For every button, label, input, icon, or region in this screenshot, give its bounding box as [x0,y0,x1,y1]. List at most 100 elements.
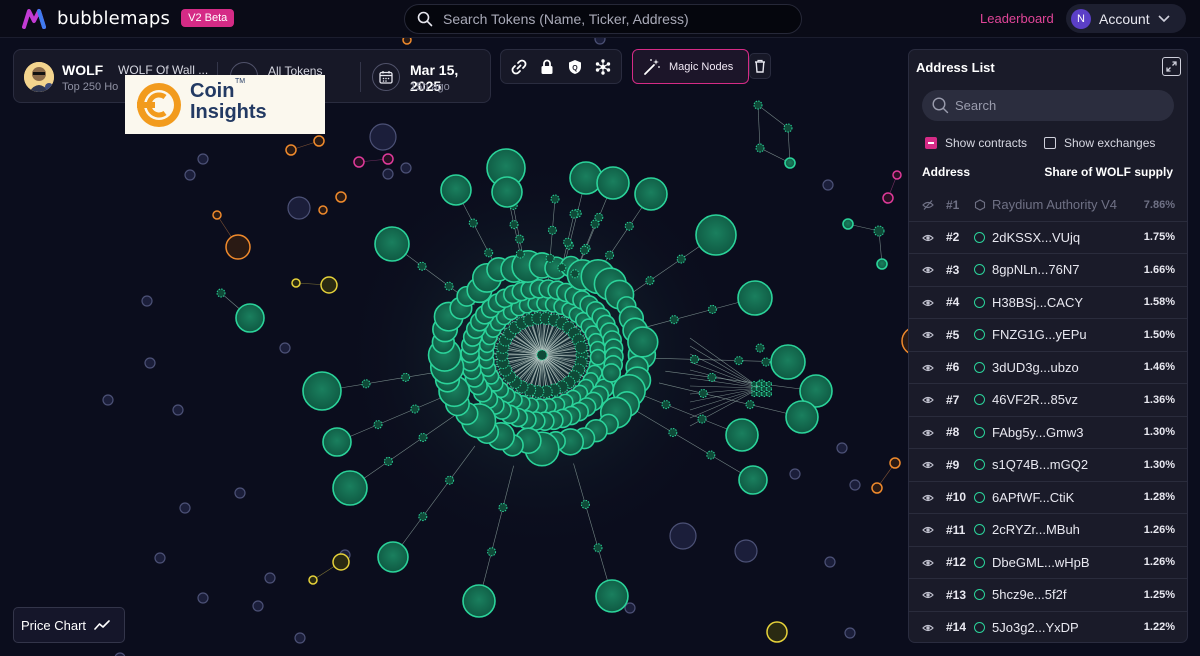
graph-bubble[interactable] [595,579,629,613]
link-button[interactable] [508,56,530,78]
address-row[interactable]: #5 FNZG1G...yEPu 1.50% [909,319,1187,352]
graph-bubble[interactable] [197,592,209,604]
graph-bubble[interactable] [690,354,700,364]
address-search[interactable] [922,90,1174,121]
eye-icon[interactable] [922,394,934,406]
graph-bubble[interactable] [418,432,428,442]
graph-bubble[interactable] [745,400,755,410]
network-button[interactable] [592,56,614,78]
graph-bubble[interactable] [594,38,606,45]
graph-bubble[interactable] [570,269,580,279]
graph-bubble[interactable] [353,156,365,168]
graph-bubble[interactable] [335,191,347,203]
graph-bubble[interactable] [753,100,763,110]
graph-bubble[interactable] [216,288,226,298]
graph-bubble[interactable] [761,391,767,397]
graph-bubble[interactable] [892,170,902,180]
graph-bubble[interactable] [252,600,264,612]
graph-bubble[interactable] [589,348,607,366]
graph-bubble[interactable] [697,414,707,424]
show-exchanges-checkbox[interactable] [1044,137,1056,149]
address-row[interactable]: #2 2dKSSX...VUjq 1.75% [909,222,1187,254]
show-exchanges-toggle[interactable]: Show exchanges [1044,136,1155,150]
address-row[interactable]: #12 DbeGML...wHpB 1.26% [909,547,1187,579]
graph-bubble[interactable] [876,258,888,270]
graph-bubble[interactable] [605,250,615,260]
eye-icon[interactable] [922,264,934,276]
graph-bubble[interactable] [382,153,394,165]
graph-bubble[interactable] [361,379,371,389]
shield-button[interactable]: Q [564,56,586,78]
graph-bubble[interactable] [235,303,265,333]
graph-bubble[interactable] [579,245,589,255]
eye-icon[interactable] [922,589,934,601]
graph-bubble[interactable] [536,349,548,361]
token-avatar[interactable] [24,62,54,92]
graph-bubble[interactable] [302,371,342,411]
graph-bubble[interactable] [569,209,579,219]
graph-bubble[interactable] [785,400,819,434]
graph-bubble[interactable] [849,479,861,491]
graph-bubble[interactable] [545,253,555,263]
graph-bubble[interactable] [383,456,393,466]
graph-bubble[interactable] [515,249,525,259]
graph-bubble[interactable] [645,276,655,286]
graph-bubble[interactable] [172,404,184,416]
graph-bubble[interactable] [462,584,496,618]
address-search-input[interactable] [955,98,1155,113]
graph-bubble[interactable] [320,276,338,294]
graph-bubble[interactable] [737,280,773,316]
graph-bubble[interactable] [707,304,717,314]
graph-bubble[interactable] [698,388,708,398]
graph-bubble[interactable] [154,552,166,564]
graph-bubble[interactable] [373,420,383,430]
graph-bubble[interactable] [627,326,659,358]
eye-icon[interactable] [922,362,934,374]
graph-bubble[interactable] [783,123,793,133]
eye-icon[interactable] [922,557,934,569]
graph-bubble[interactable] [102,394,114,406]
address-row[interactable]: #6 3dUD3g...ubzo 1.46% [909,352,1187,384]
graph-bubble[interactable] [410,404,420,414]
graph-bubble[interactable] [234,487,246,499]
graph-bubble[interactable] [418,512,428,522]
graph-bubble[interactable] [756,381,762,387]
graph-bubble[interactable] [761,381,767,387]
graph-bubble[interactable] [596,166,630,200]
graph-bubble[interactable] [279,342,291,354]
graph-bubble[interactable] [225,234,251,260]
magic-nodes-button[interactable]: Magic Nodes [632,49,749,84]
graph-bubble[interactable] [563,237,573,247]
graph-bubble[interactable] [547,225,557,235]
graph-bubble[interactable] [291,278,301,288]
graph-bubble[interactable] [444,281,454,291]
graph-bubble[interactable] [822,179,834,191]
token-search-input[interactable] [443,11,783,27]
address-row[interactable]: #1 Raydium Authority V4 7.86% [909,189,1187,222]
graph-bubble[interactable] [557,263,567,273]
graph-bubble[interactable] [468,218,478,228]
graph-bubble[interactable] [634,177,668,211]
price-chart-button[interactable]: Price Chart [13,607,125,643]
address-row[interactable]: #13 5hcz9e...5f2f 1.25% [909,579,1187,612]
graph-bubble[interactable] [871,482,883,494]
graph-bubble[interactable] [400,162,412,174]
collapse-panel-button[interactable] [1162,57,1181,76]
graph-bubble[interactable] [179,502,191,514]
graph-bubble[interactable] [725,418,759,452]
show-contracts-checkbox[interactable] [925,137,937,149]
eye-icon[interactable] [922,459,934,471]
address-row[interactable]: #9 s1Q74B...mGQ2 1.30% [909,449,1187,482]
graph-bubble[interactable] [550,194,560,204]
graph-bubble[interactable] [401,372,411,382]
graph-bubble[interactable] [197,153,209,165]
graph-bubble[interactable] [498,503,508,513]
address-row[interactable]: #11 2cRYZr...MBuh 1.26% [909,514,1187,547]
clear-button[interactable] [749,53,771,79]
address-row[interactable]: #10 6APfWF...CtiK 1.28% [909,482,1187,514]
graph-bubble[interactable] [285,144,297,156]
graph-bubble[interactable] [322,427,352,457]
address-row[interactable]: #3 8gpNLn...76N7 1.66% [909,254,1187,287]
graph-bubble[interactable] [842,218,854,230]
graph-bubble[interactable] [766,391,772,397]
